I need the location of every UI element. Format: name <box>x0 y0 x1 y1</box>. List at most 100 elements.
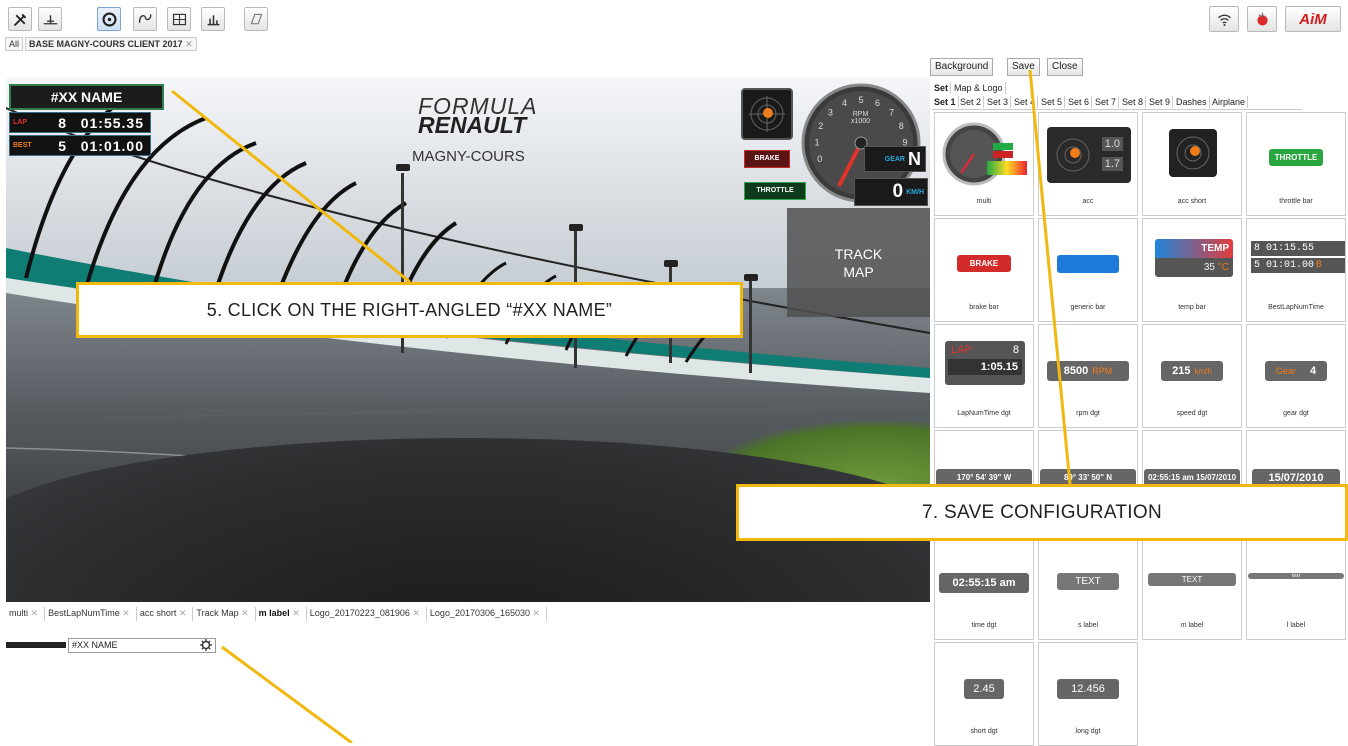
dash-icon[interactable] <box>244 7 268 31</box>
widget-cell[interactable]: 02:55:15 am time dgt <box>934 536 1034 640</box>
acc-widget[interactable] <box>741 88 793 140</box>
close-icon[interactable]: ✕ <box>185 39 193 49</box>
widget-caption: temp bar <box>1178 304 1206 311</box>
widget-cell[interactable]: THROTTLE throttle bar <box>1246 112 1346 216</box>
widget-cell[interactable]: generic bar <box>1038 218 1138 322</box>
layer-tab-label: Logo_20170223_081906 <box>309 608 410 618</box>
target-icon <box>1056 138 1090 172</box>
tab-map-logo[interactable]: Map & Logo <box>952 82 1006 94</box>
widget-cell[interactable]: BRAKE brake bar <box>934 218 1034 322</box>
brake-widget[interactable]: BRAKE <box>744 150 790 168</box>
set-tab-1[interactable]: Set 1 <box>932 96 959 108</box>
layer-tab[interactable]: BestLapNumTime ✕ <box>45 607 137 621</box>
close-icon[interactable]: ✕ <box>412 608 420 618</box>
layer-tab-label: Track Map <box>196 608 239 618</box>
save-button[interactable]: Save <box>1007 58 1040 76</box>
target-icon <box>1176 136 1210 170</box>
lap-row[interactable]: LAP 8 01:55.35 <box>9 112 151 133</box>
wifi-icon[interactable] <box>1209 6 1239 32</box>
map-icon[interactable] <box>133 7 157 31</box>
callout6-line <box>221 645 353 743</box>
throttle-widget[interactable]: THROTTLE <box>744 182 806 200</box>
aim-logo-text: AiM <box>1299 10 1327 28</box>
speed-widget[interactable]: 0 KM/H <box>854 178 928 206</box>
gauge-tick-label: 7 <box>889 107 894 117</box>
close-button[interactable]: Close <box>1047 58 1083 76</box>
widget-cell[interactable]: TEXT s label <box>1038 536 1138 640</box>
widget-caption: LapNumTime dgt <box>957 410 1011 417</box>
widget-cell[interactable]: 1.0 1.7 acc <box>1038 112 1138 216</box>
warning-icon[interactable] <box>1247 6 1277 32</box>
set-tab-4[interactable]: Set 4 <box>1012 96 1039 108</box>
set-tab-11[interactable]: Airplane <box>1210 96 1249 108</box>
background-button[interactable]: Background <box>930 58 994 76</box>
close-icon[interactable]: ✕ <box>241 608 249 618</box>
label-text-input[interactable] <box>68 637 216 653</box>
set-tab-5[interactable]: Set 5 <box>1039 96 1066 108</box>
track-map-widget[interactable]: TRACK MAP <box>787 208 930 317</box>
widget-cell[interactable]: 2.45 short dgt <box>934 642 1034 746</box>
lapnum-preview: LAP 8 1:05.15 <box>945 341 1025 385</box>
layer-tab-label: Logo_20170306_165030 <box>429 608 531 618</box>
temp-value: 35 <box>1203 262 1215 273</box>
bestlap-row2: 5 01:01.00 B <box>1251 258 1345 273</box>
name-preview-swatch <box>6 642 66 648</box>
widget-cell[interactable]: 8500 RPM rpm dgt <box>1038 324 1138 428</box>
lapnum-row: LAP 8 <box>945 341 1025 359</box>
widget-cell[interactable]: acc short <box>1142 112 1242 216</box>
set-tab-7[interactable]: Set 7 <box>1093 96 1120 108</box>
layer-tab[interactable]: Logo_20170223_081906 ✕ <box>307 607 427 621</box>
close-icon[interactable]: ✕ <box>122 608 130 618</box>
set-tab-2[interactable]: Set 2 <box>958 96 985 108</box>
chart-icon[interactable] <box>201 7 225 31</box>
set-tab-10[interactable]: Dashes <box>1174 96 1210 108</box>
widget-cell[interactable]: multi <box>934 112 1034 216</box>
multi-gauge-icon <box>942 122 1027 186</box>
gear-widget[interactable]: GEAR N <box>864 146 926 172</box>
layer-tab[interactable]: Logo_20170306_165030 ✕ <box>427 607 548 621</box>
layer-tab[interactable]: acc short ✕ <box>137 607 194 621</box>
grid-icon[interactable] <box>167 7 191 31</box>
widget-caption: acc short <box>1177 198 1207 205</box>
gear-dgt-value: 4 <box>1309 365 1317 377</box>
gear-icon[interactable] <box>199 638 213 652</box>
aim-logo[interactable]: AiM <box>1285 6 1341 32</box>
rpm-value: 8500 <box>1063 365 1089 377</box>
tools-icon[interactable] <box>8 7 32 31</box>
set-tab-3[interactable]: Set 3 <box>985 96 1012 108</box>
bestlap-suffix: B <box>1316 260 1323 271</box>
set-tab-6[interactable]: Set 6 <box>1066 96 1093 108</box>
steering-icon[interactable] <box>97 7 121 31</box>
close-icon[interactable]: ✕ <box>533 608 541 618</box>
tab-set[interactable]: Set <box>932 82 952 94</box>
widget-cell[interactable]: Gear 4 gear dgt <box>1246 324 1346 428</box>
s-label-preview: TEXT <box>1057 573 1119 590</box>
tab-all[interactable]: All <box>5 37 24 51</box>
layer-tab-label: multi <box>9 608 29 618</box>
layer-tab-label: m label <box>258 608 290 618</box>
widget-cell[interactable]: TEMP 35 °C temp bar <box>1142 218 1242 322</box>
set-tab-8[interactable]: Set 8 <box>1120 96 1147 108</box>
layer-tab[interactable]: Track Map ✕ <box>193 607 256 621</box>
track-icon[interactable] <box>38 7 62 31</box>
best-row[interactable]: BEST 5 01:01.00 <box>9 135 151 156</box>
set-tab-9[interactable]: Set 9 <box>1147 96 1174 108</box>
close-icon[interactable]: ✕ <box>179 608 187 618</box>
close-icon[interactable]: ✕ <box>31 608 39 618</box>
widget-caption: BestLapNumTime <box>1268 304 1324 311</box>
widget-cell[interactable]: 215 km/h speed dgt <box>1142 324 1242 428</box>
widget-cell[interactable]: 8 01:15.55 5 01:01.00 B BestLapNumTime <box>1246 218 1346 322</box>
speed-dgt-unit: km/h <box>1194 366 1212 376</box>
widget-cell[interactable]: text l label <box>1246 536 1346 640</box>
light-head <box>744 274 758 281</box>
light-pole <box>749 278 752 373</box>
layer-tab[interactable]: multi ✕ <box>6 607 46 621</box>
long-dgt-preview: 12.456 <box>1057 679 1119 699</box>
layer-tab[interactable]: m label ✕ <box>256 607 307 621</box>
widget-cell[interactable]: TEXT m label <box>1142 536 1242 640</box>
widget-cell[interactable]: LAP 8 1:05.15 LapNumTime dgt <box>934 324 1034 428</box>
tab-base-magny-cours[interactable]: BASE MAGNY-COURS CLIENT 2017 ✕ <box>25 37 197 51</box>
name-label-widget[interactable]: #XX NAME <box>9 84 164 110</box>
close-icon[interactable]: ✕ <box>292 608 300 618</box>
widget-cell[interactable]: 12.456 long dgt <box>1038 642 1138 746</box>
